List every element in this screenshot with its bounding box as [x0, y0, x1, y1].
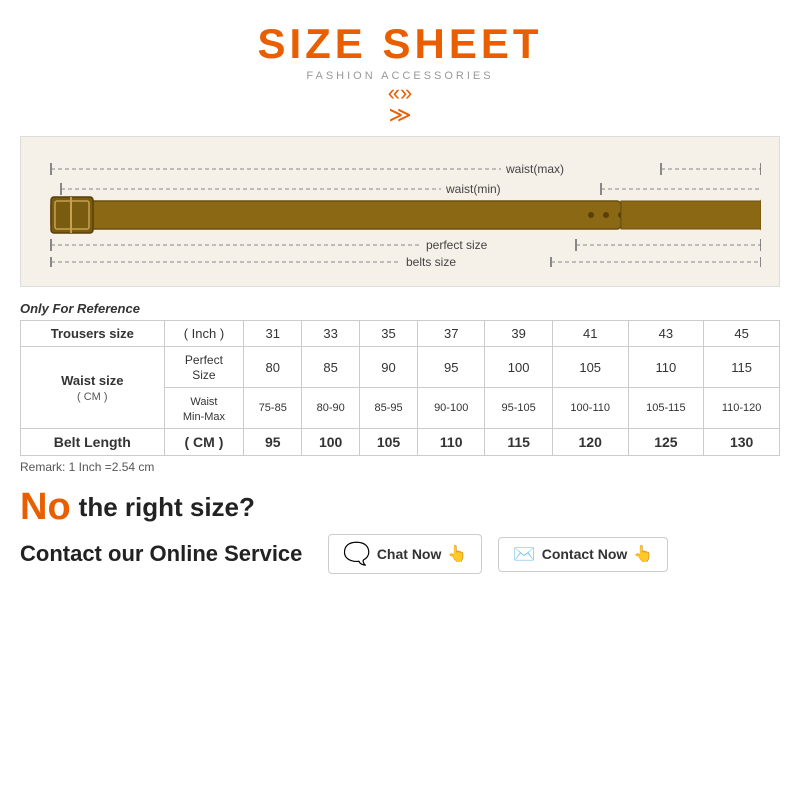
- size-table: Trousers size ( Inch ) 31 33 35 37 39 41…: [20, 320, 780, 456]
- chat-btn-label: Chat Now: [377, 546, 442, 562]
- reference-note: Only For Reference: [20, 301, 780, 316]
- belt-length-41: 120: [552, 429, 628, 456]
- chat-icon: 🗨️: [343, 541, 370, 567]
- contact-label: Contact our Online Service: [20, 541, 302, 567]
- table-row-perfect: Waist size( CM ) PerfectSize 80 85 90 95…: [21, 347, 780, 388]
- table-header-39: 39: [485, 321, 552, 347]
- minmax-45: 110-120: [704, 388, 780, 429]
- title-section: SIZE SHEET FASHION ACCESSORIES «»≫: [257, 20, 542, 126]
- hand-icon-contact: 👆: [633, 544, 653, 564]
- remark: Remark: 1 Inch =2.54 cm: [20, 460, 780, 474]
- perfect-37: 95: [417, 347, 484, 388]
- belt-length-45: 130: [704, 429, 780, 456]
- perfect-41: 105: [552, 347, 628, 388]
- belt-length-39: 115: [485, 429, 552, 456]
- waist-size-label: Waist size( CM ): [21, 347, 165, 429]
- contact-row: Contact our Online Service 🗨️ Chat Now 👆…: [20, 534, 780, 574]
- minmax-35: 85-95: [360, 388, 418, 429]
- table-header-trousers: Trousers size: [21, 321, 165, 347]
- table-header-43: 43: [628, 321, 704, 347]
- belt-length-label: Belt Length: [21, 429, 165, 456]
- perfect-43: 110: [628, 347, 704, 388]
- mail-icon: ✉️: [513, 544, 535, 565]
- no-size-row: No the right size?: [20, 488, 780, 526]
- belt-length-37: 110: [417, 429, 484, 456]
- table-row-belt-length: Belt Length ( CM ) 95 100 105 110 115 12…: [21, 429, 780, 456]
- perfect-39: 100: [485, 347, 552, 388]
- main-title: SIZE SHEET: [257, 20, 542, 68]
- table-header-37: 37: [417, 321, 484, 347]
- minmax-label: WaistMin-Max: [164, 388, 244, 429]
- belt-length-unit: ( CM ): [164, 429, 244, 456]
- chat-now-button[interactable]: 🗨️ Chat Now 👆: [328, 534, 482, 574]
- table-header-31: 31: [244, 321, 302, 347]
- svg-text:waist(max): waist(max): [505, 162, 564, 176]
- chevron-icon: «»≫: [257, 82, 542, 126]
- contact-btn-label: Contact Now: [542, 546, 628, 562]
- svg-text:belts size: belts size: [406, 255, 456, 269]
- no-size-label: the right size?: [79, 492, 255, 523]
- minmax-37: 90-100: [417, 388, 484, 429]
- minmax-41: 100-110: [552, 388, 628, 429]
- perfect-size-label: PerfectSize: [164, 347, 244, 388]
- no-text: No: [20, 488, 71, 526]
- perfect-33: 85: [302, 347, 360, 388]
- table-header-41: 41: [552, 321, 628, 347]
- svg-text:perfect size: perfect size: [426, 238, 488, 252]
- hand-icon-chat: 👆: [447, 544, 467, 564]
- perfect-31: 80: [244, 347, 302, 388]
- belt-diagram: waist(max) waist(min): [20, 136, 780, 287]
- table-header-inch: ( Inch ): [164, 321, 244, 347]
- belt-length-33: 100: [302, 429, 360, 456]
- belt-length-35: 105: [360, 429, 418, 456]
- minmax-43: 105-115: [628, 388, 704, 429]
- minmax-33: 80-90: [302, 388, 360, 429]
- belt-length-31: 95: [244, 429, 302, 456]
- minmax-39: 95-105: [485, 388, 552, 429]
- bottom-section: No the right size? Contact our Online Se…: [20, 488, 780, 574]
- perfect-35: 90: [360, 347, 418, 388]
- table-header-33: 33: [302, 321, 360, 347]
- minmax-31: 75-85: [244, 388, 302, 429]
- table-header-35: 35: [360, 321, 418, 347]
- contact-now-button[interactable]: ✉️ Contact Now 👆: [498, 537, 668, 572]
- belt-diagram-svg: waist(max) waist(min): [41, 149, 761, 269]
- belt-length-43: 125: [628, 429, 704, 456]
- perfect-45: 115: [704, 347, 780, 388]
- table-header-45: 45: [704, 321, 780, 347]
- page-container: SIZE SHEET FASHION ACCESSORIES «»≫ waist…: [0, 0, 800, 800]
- svg-text:waist(min): waist(min): [445, 182, 501, 196]
